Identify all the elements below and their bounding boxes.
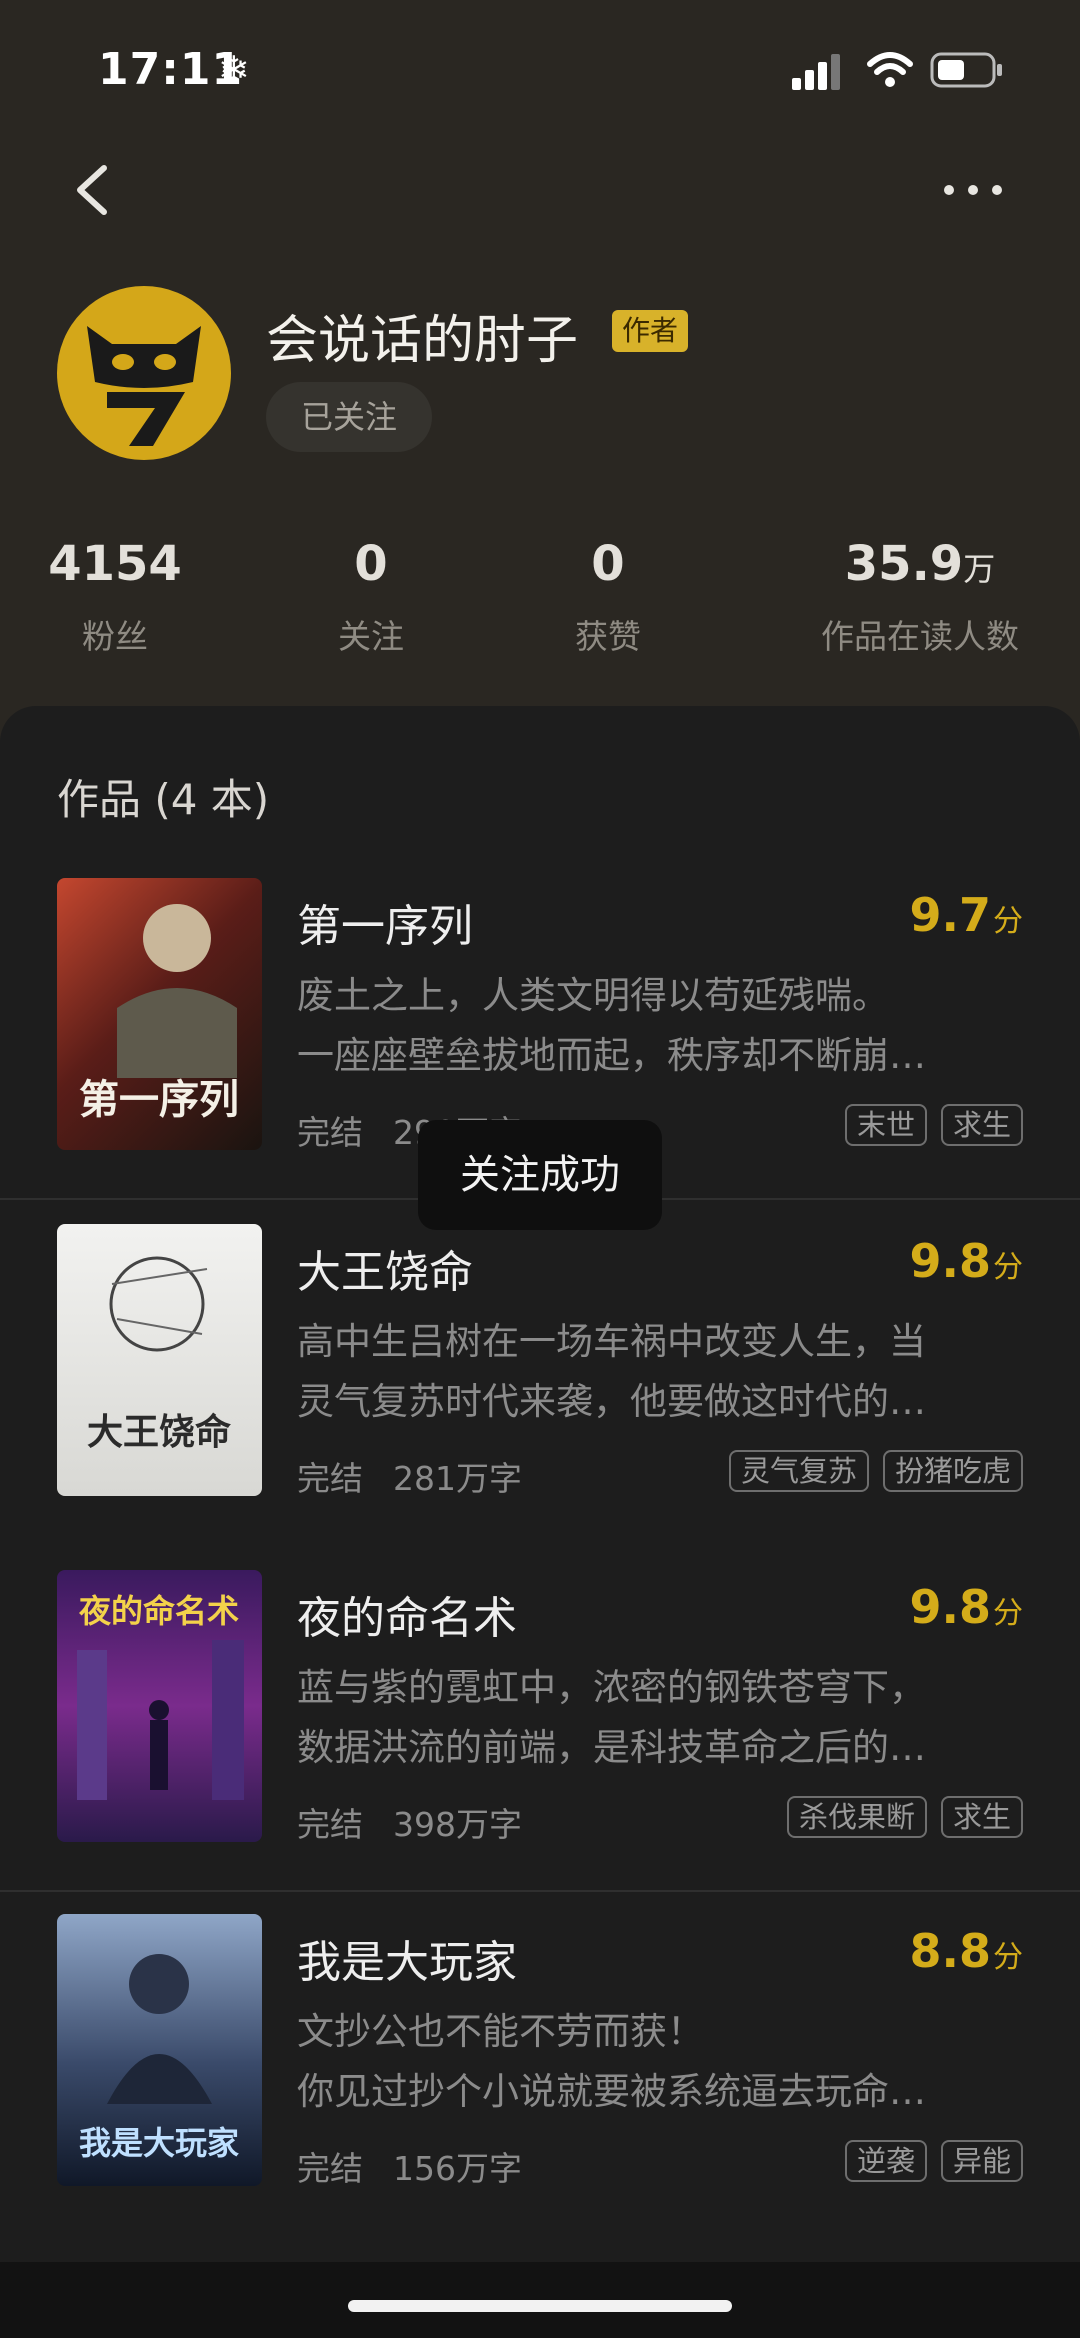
- stat-readers[interactable]: 35.9万 作品在读人数: [800, 536, 1040, 658]
- book-tags: 逆袭 异能: [844, 2140, 1023, 2182]
- book-item[interactable]: 大王饶命 大王饶命 9.8分 高中生吕树在一场车祸中改变人生，当 灵气复苏时代来…: [0, 1224, 1080, 1569]
- book-tag[interactable]: 逆袭: [844, 2140, 927, 2182]
- stat-likes[interactable]: 0 获赞: [533, 536, 683, 658]
- book-score: 9.7分: [909, 888, 1024, 942]
- book-cover: 我是大玩家: [57, 1914, 262, 2186]
- book-cover: 夜的命名术: [57, 1570, 262, 1842]
- book-title: 大王饶命: [297, 1247, 473, 1298]
- home-indicator[interactable]: [348, 2300, 732, 2312]
- author-name: 会说话的肘子: [266, 311, 579, 371]
- book-score: 8.8分: [909, 1924, 1024, 1978]
- book-description: 高中生吕树在一场车祸中改变人生，当 灵气复苏时代来袭，他要做这时代的…: [297, 1320, 926, 1423]
- battery-icon: [930, 52, 1002, 88]
- svg-text:我是大玩家: 我是大玩家: [79, 2124, 239, 2162]
- snowflake-icon: ❄: [218, 48, 250, 92]
- stat-label: 关注: [338, 617, 404, 656]
- stat-label: 粉丝: [82, 617, 148, 656]
- back-button[interactable]: [64, 160, 124, 220]
- book-title: 夜的命名术: [297, 1593, 517, 1644]
- cellular-signal-icon: [792, 54, 840, 90]
- book-description: 文抄公也不能不劳而获！ 你见过抄个小说就要被系统逼去玩命…: [297, 2010, 926, 2113]
- book-tag[interactable]: 灵气复苏: [728, 1450, 869, 1492]
- book-tag[interactable]: 扮猪吃虎: [882, 1450, 1023, 1492]
- author-avatar[interactable]: [57, 286, 231, 460]
- book-tag[interactable]: 求生: [940, 1104, 1023, 1146]
- stat-label: 获赞: [575, 617, 641, 656]
- book-tag[interactable]: 求生: [940, 1796, 1023, 1838]
- book-cover: 第一序列: [57, 878, 262, 1150]
- svg-text:夜的命名术: 夜的命名术: [78, 1592, 239, 1630]
- book-tag[interactable]: 末世: [844, 1104, 927, 1146]
- stat-value: 0: [354, 536, 388, 592]
- book-meta: 完结 398万字: [297, 1805, 522, 1844]
- book-meta: 完结 281万字: [297, 1459, 522, 1498]
- book-score: 9.8分: [909, 1234, 1024, 1288]
- book-item[interactable]: 我是大玩家 我是大玩家 8.8分 文抄公也不能不劳而获！ 你见过抄个小说就要被系…: [0, 1914, 1080, 2259]
- book-tags: 末世 求生: [844, 1104, 1023, 1146]
- svg-text:大王饶命: 大王饶命: [87, 1411, 231, 1453]
- toast-message: 关注成功: [418, 1120, 662, 1230]
- book-meta: 完结 156万字: [297, 2149, 522, 2188]
- book-cover: 大王饶命: [57, 1224, 262, 1496]
- stat-value: 35.9万: [844, 536, 996, 592]
- book-title: 第一序列: [297, 901, 473, 952]
- divider: [0, 1890, 1080, 1892]
- stat-value: 4154: [48, 536, 182, 592]
- stat-value: 0: [591, 536, 625, 592]
- stat-following[interactable]: 0 关注: [296, 536, 446, 658]
- status-bar: 17:11 ❄: [0, 0, 1080, 140]
- works-title: 作品 (4 本): [57, 775, 270, 824]
- stat-fans[interactable]: 4154 粉丝: [40, 536, 190, 658]
- book-tag[interactable]: 异能: [940, 2140, 1023, 2182]
- book-tags: 灵气复苏 扮猪吃虎: [728, 1450, 1023, 1492]
- follow-button[interactable]: 已关注: [266, 382, 432, 452]
- svg-text:第一序列: 第一序列: [79, 1076, 239, 1123]
- book-description: 废土之上，人类文明得以苟延残喘。 一座座壁垒拔地而起，秩序却不断崩…: [297, 974, 926, 1077]
- book-item[interactable]: 夜的命名术 夜的命名术 9.8分 蓝与紫的霓虹中，浓密的钢铁苍穹下， 数据洪流的…: [0, 1570, 1080, 1915]
- book-tags: 杀伐果断 求生: [786, 1796, 1023, 1838]
- cat-logo-icon: [87, 326, 201, 446]
- book-tag[interactable]: 杀伐果断: [786, 1796, 927, 1838]
- stat-label: 作品在读人数: [821, 617, 1019, 656]
- wifi-icon: [867, 52, 913, 87]
- book-description: 蓝与紫的霓虹中，浓密的钢铁苍穹下， 数据洪流的前端，是科技革命之后的…: [297, 1666, 926, 1769]
- book-score: 9.8分: [909, 1580, 1024, 1634]
- author-badge: 作者: [612, 310, 689, 352]
- book-title: 我是大玩家: [297, 1937, 517, 1988]
- more-options-button[interactable]: [940, 170, 1006, 210]
